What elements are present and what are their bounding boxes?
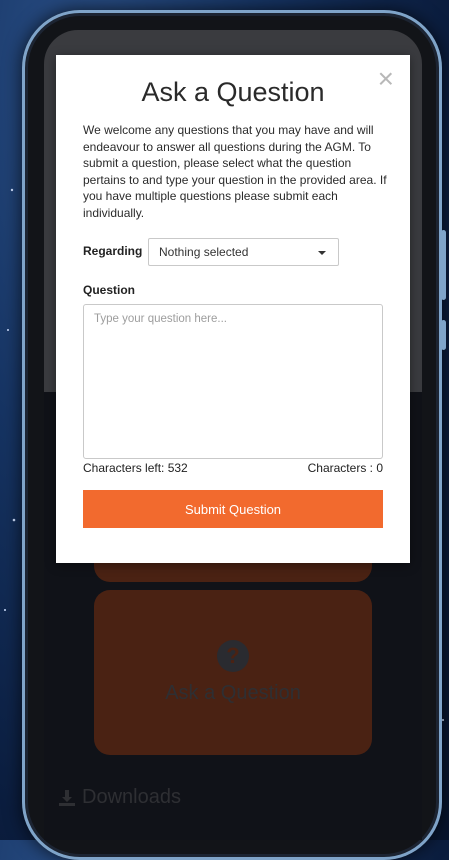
question-circle-icon: ?	[217, 640, 249, 672]
characters-count: Characters : 0	[307, 461, 383, 475]
characters-left: Characters left: 532	[83, 461, 188, 475]
regarding-select[interactable]: Nothing selected	[148, 238, 339, 266]
phone-side-button	[441, 230, 446, 300]
question-label: Question	[83, 283, 136, 297]
regarding-label: Regarding	[83, 244, 143, 258]
caret-down-icon	[318, 251, 326, 255]
downloads-link[interactable]: Downloads	[58, 786, 181, 809]
download-icon	[59, 789, 75, 806]
downloads-label: Downloads	[82, 786, 181, 808]
regarding-selected-value: Nothing selected	[159, 245, 249, 259]
ask-question-card[interactable]: ? Ask a Question	[94, 590, 372, 755]
ask-question-modal: × Ask a Question We welcome any question…	[56, 55, 410, 563]
modal-title: Ask a Question	[141, 77, 325, 107]
phone-side-button	[441, 320, 446, 350]
modal-intro-text: We welcome any questions that you may ha…	[83, 123, 387, 220]
ask-question-card-label: Ask a Question	[165, 682, 301, 704]
question-textarea[interactable]	[83, 304, 383, 459]
submit-question-button[interactable]: Submit Question	[83, 490, 383, 528]
